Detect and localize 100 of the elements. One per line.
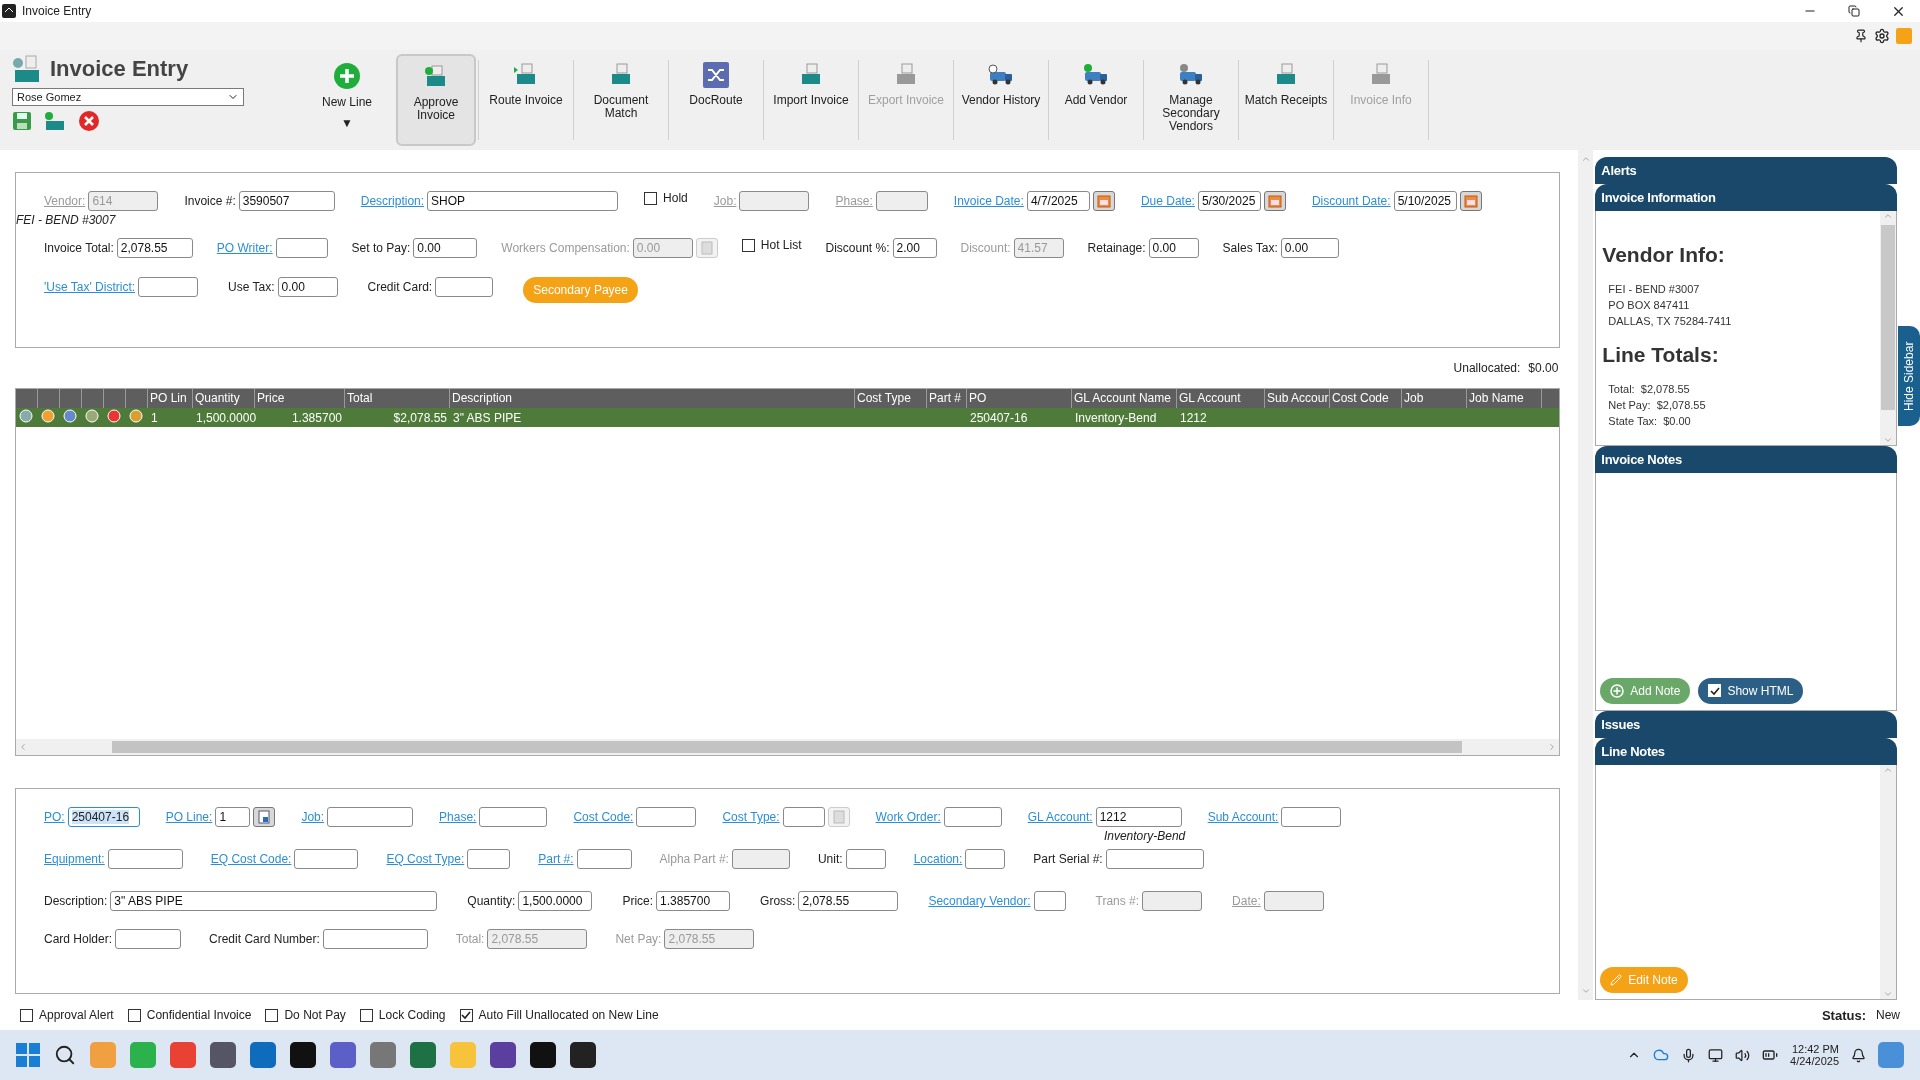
hide-sidebar-tab[interactable]: Hide Sidebar xyxy=(1898,326,1920,426)
start-icon[interactable] xyxy=(16,1043,40,1067)
input-field[interactable] xyxy=(845,849,886,869)
input-field[interactable]: SHOP xyxy=(427,191,619,211)
field-link[interactable]: Description: xyxy=(360,194,425,208)
toolbar-button[interactable]: Import Invoice xyxy=(766,54,856,146)
checkbox-option[interactable]: Hot List xyxy=(741,238,802,252)
sidebar-scrollbar[interactable] xyxy=(1880,764,1897,999)
row-action-icon[interactable] xyxy=(129,409,143,423)
restore-icon[interactable] xyxy=(1848,5,1860,17)
sidebar-scrollbar[interactable] xyxy=(1880,211,1897,446)
input-field[interactable] xyxy=(576,849,632,869)
user-dropdown[interactable]: Rose Gomez xyxy=(12,88,244,106)
speaker-icon[interactable] xyxy=(1735,1047,1751,1063)
field-link[interactable]: Work Order: xyxy=(875,810,941,824)
checkbox-option[interactable]: Hold xyxy=(644,191,688,205)
input-field[interactable] xyxy=(1105,849,1204,869)
battery-icon[interactable] xyxy=(1762,1047,1779,1063)
toolbar-button[interactable]: Manage Secondary Vendors xyxy=(1146,54,1236,146)
row-action-icon[interactable] xyxy=(41,409,55,423)
field-link[interactable]: PO Line: xyxy=(165,810,213,824)
input-field[interactable]: 0.00 xyxy=(1280,238,1339,258)
input-field[interactable] xyxy=(294,849,359,869)
settings-icon[interactable] xyxy=(1874,28,1890,44)
taskbar-app-icon[interactable] xyxy=(210,1042,236,1068)
taskbar-app-icon[interactable] xyxy=(530,1042,556,1068)
field-link[interactable]: 'Use Tax' District: xyxy=(44,280,136,294)
input-field[interactable]: 0.00 xyxy=(277,277,338,297)
input-field[interactable] xyxy=(636,807,697,827)
input-field[interactable]: 3" ABS PIPE xyxy=(110,891,438,911)
toolbar-button[interactable]: New Line ▼ xyxy=(302,54,392,146)
calendar-button[interactable] xyxy=(1263,191,1286,211)
cancel-icon[interactable] xyxy=(78,110,100,132)
footer-checkbox[interactable]: Confidential Invoice xyxy=(127,1008,252,1022)
field-link[interactable]: Location: xyxy=(913,852,963,866)
notification-bell-icon[interactable] xyxy=(1851,1047,1866,1063)
field-link[interactable]: EQ Cost Code: xyxy=(210,852,292,866)
input-field[interactable]: 3590507 xyxy=(238,191,335,211)
taskbar-app-icon[interactable] xyxy=(570,1042,596,1068)
toolbar-button[interactable]: Approve Invoice xyxy=(396,54,476,146)
input-field[interactable] xyxy=(1281,807,1342,827)
toolbar-button[interactable]: Document Match xyxy=(576,54,666,146)
cloud-icon[interactable] xyxy=(1653,1047,1670,1063)
input-field[interactable] xyxy=(467,849,511,869)
field-link[interactable]: Equipment: xyxy=(44,852,105,866)
row-action-icon[interactable] xyxy=(19,409,33,423)
taskbar-app-icon[interactable] xyxy=(290,1042,316,1068)
section-header[interactable]: Invoice Information xyxy=(1595,184,1898,211)
input-field[interactable]: 5/30/2025 xyxy=(1197,191,1261,211)
input-field[interactable] xyxy=(138,277,199,297)
input-field[interactable]: 1 xyxy=(215,807,251,827)
footer-checkbox[interactable]: Approval Alert xyxy=(20,1008,114,1022)
input-field[interactable] xyxy=(327,807,414,827)
input-field[interactable]: 1.385700 xyxy=(656,891,731,911)
save-icon[interactable] xyxy=(12,111,32,131)
toolbar-button[interactable]: Add Vendor xyxy=(1051,54,1141,146)
input-field[interactable]: 5/10/2025 xyxy=(1393,191,1457,211)
field-link[interactable]: GL Account: xyxy=(1027,810,1093,824)
footer-checkbox[interactable]: Auto Fill Unallocated on New Line xyxy=(459,1008,659,1022)
scroll-down-icon[interactable] xyxy=(1883,989,1894,999)
input-field[interactable]: 0.00 xyxy=(413,238,478,258)
alerts-header[interactable]: Alerts xyxy=(1595,157,1898,184)
field-link[interactable]: Cost Type: xyxy=(722,810,780,824)
field-link[interactable]: Discount Date: xyxy=(1311,194,1391,208)
field-link[interactable]: Secondary Vendor: xyxy=(928,894,1031,908)
field-link[interactable]: Invoice Date: xyxy=(953,194,1024,208)
field-link[interactable]: PO Writer: xyxy=(216,241,273,255)
input-field[interactable] xyxy=(965,849,1006,869)
field-link[interactable]: EQ Cost Type: xyxy=(386,852,465,866)
row-action-icon[interactable] xyxy=(85,409,99,423)
input-field[interactable]: 1212 xyxy=(1095,807,1182,827)
add-invoice-icon[interactable] xyxy=(44,111,66,131)
field-link[interactable]: Job: xyxy=(301,810,325,824)
row-action-icon[interactable] xyxy=(63,409,77,423)
clock-date[interactable]: 4/24/2025 xyxy=(1790,1055,1839,1067)
input-field[interactable] xyxy=(115,929,182,949)
lookup-button[interactable] xyxy=(253,807,276,827)
field-link[interactable]: Part #: xyxy=(538,852,574,866)
toolbar-button[interactable]: DocRoute xyxy=(671,54,761,146)
input-field[interactable] xyxy=(782,807,825,827)
field-link[interactable]: PO: xyxy=(44,810,65,824)
input-field[interactable]: 2,078.55 xyxy=(116,238,193,258)
scroll-down-icon[interactable] xyxy=(1580,986,1591,996)
input-field[interactable]: 2,078.55 xyxy=(798,891,899,911)
calendar-button[interactable] xyxy=(1459,191,1482,211)
monitor-icon[interactable] xyxy=(1708,1047,1724,1063)
clock-time[interactable]: 12:42 PM xyxy=(1791,1043,1839,1055)
input-field[interactable]: 1,500.0000 xyxy=(518,891,593,911)
input-field[interactable]: 4/7/2025 xyxy=(1026,191,1090,211)
input-field[interactable] xyxy=(1033,891,1066,911)
table-row[interactable]: 1 1,500.0000 1.385700 $2,078.55 3" ABS PIPE 250407-16 Inventory-Bend 1212 xyxy=(16,408,1560,427)
field-link[interactable]: Sub Account: xyxy=(1207,810,1279,824)
footer-checkbox[interactable]: Lock Coding xyxy=(359,1008,446,1022)
microphone-icon[interactable] xyxy=(1681,1047,1697,1063)
taskbar-app-icon[interactable] xyxy=(490,1042,516,1068)
input-field[interactable] xyxy=(275,238,328,258)
toolbar-button[interactable]: Vendor History xyxy=(956,54,1046,146)
input-field[interactable]: 0.00 xyxy=(1148,238,1199,258)
input-field[interactable] xyxy=(479,807,548,827)
footer-checkbox[interactable]: Do Not Pay xyxy=(265,1008,346,1022)
